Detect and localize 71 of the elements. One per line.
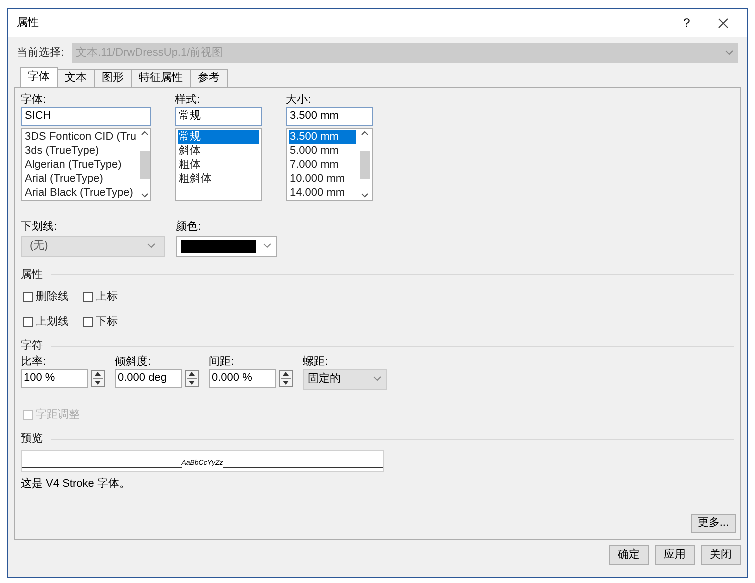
list-box[interactable]: 3.500 mm 5.000 mm 7.000 mm 10.000 mm 14.000 mm xyxy=(286,128,373,201)
triangle-up-icon xyxy=(95,372,101,376)
number-field[interactable]: 0.000 % xyxy=(209,368,276,388)
checkbox[interactable]: 上划线 xyxy=(23,314,83,330)
triangle-down-icon xyxy=(283,380,289,384)
spinner-button[interactable] xyxy=(279,370,293,386)
list-item[interactable]: 3.500 mm xyxy=(289,130,356,144)
field-label: 下划线: xyxy=(21,220,58,235)
text-field[interactable]: 常规 xyxy=(175,107,262,126)
dialog-button[interactable]: 关闭 xyxy=(701,545,741,565)
current-selection-label: 当前选择: xyxy=(17,46,64,61)
field-label: 颜色: xyxy=(176,220,202,235)
chevron-down-icon xyxy=(263,243,272,249)
number-field[interactable]: 100 % xyxy=(21,368,88,388)
window-title: 属性 xyxy=(17,16,40,31)
checkbox[interactable]: 上标 xyxy=(83,289,143,306)
tab[interactable]: 字体 xyxy=(20,67,58,87)
chevron-down-icon xyxy=(725,50,734,56)
font-description: 这是 V4 Stroke 字体。 xyxy=(21,476,132,492)
checkbox[interactable]: 下标 xyxy=(83,314,143,330)
list-item[interactable]: 7.000 mm xyxy=(289,158,356,172)
spinner-button[interactable] xyxy=(91,370,105,386)
field-label: 比率: xyxy=(21,356,48,368)
list-box[interactable]: 常规 斜体 粗体 粗斜体 xyxy=(175,128,262,201)
checkbox[interactable]: 删除线 xyxy=(23,289,83,306)
list-item[interactable]: 5.000 mm xyxy=(289,144,356,158)
chevron-down-icon xyxy=(373,376,382,382)
section-title: 属性 xyxy=(21,268,43,282)
list-item[interactable]: 斜体 xyxy=(178,144,259,158)
number-field[interactable]: 0.000 deg xyxy=(115,368,182,388)
list-item[interactable]: 常规 xyxy=(178,130,259,144)
dialog-button[interactable]: 确定 xyxy=(609,545,649,565)
field-label: 间距: xyxy=(209,356,236,368)
text-field[interactable]: SICH xyxy=(21,107,151,126)
list-item[interactable]: 14.000 mm xyxy=(289,186,356,200)
triangle-up-icon xyxy=(189,372,195,376)
chevron-down-icon xyxy=(147,243,156,249)
triangle-up-icon xyxy=(283,372,289,376)
spinner-button[interactable] xyxy=(185,370,199,386)
chevron-up-icon[interactable] xyxy=(361,131,369,136)
close-icon xyxy=(718,18,728,28)
list-item[interactable]: 粗体 xyxy=(178,158,259,172)
list-item[interactable]: 粗斜体 xyxy=(178,172,259,186)
scrollbar[interactable] xyxy=(139,129,150,200)
more-button[interactable]: 更多... xyxy=(690,514,736,533)
triangle-down-icon xyxy=(189,380,195,384)
section-title: 字符 xyxy=(21,338,43,354)
triangle-down-icon xyxy=(95,380,101,384)
help-button[interactable]: ? xyxy=(672,14,702,32)
list-item[interactable]: Arial Black (TrueType) xyxy=(24,186,138,200)
list-item[interactable]: 3DS Fonticon CID (Tru xyxy=(24,130,138,144)
field-label: 样式: xyxy=(175,94,202,107)
field-label: 倾斜度: xyxy=(115,356,152,368)
list-item[interactable]: 10.000 mm xyxy=(289,172,356,186)
field-label: 大小: xyxy=(286,94,312,107)
color-dropdown[interactable] xyxy=(176,236,277,256)
field-label: 字体: xyxy=(21,94,48,107)
chevron-down-icon[interactable] xyxy=(361,193,369,198)
chevron-up-icon[interactable] xyxy=(140,131,149,136)
list-item[interactable]: Algerian (TrueType) xyxy=(24,158,138,172)
list-box[interactable]: 3DS Fonticon CID (Tru 3ds (TrueType) Algerian (TrueType) Arial (TrueType) Arial Black (TrueType) xyxy=(21,128,151,201)
chevron-down-icon[interactable] xyxy=(140,193,149,198)
field-label: 螺距: xyxy=(303,356,330,368)
text-field[interactable]: 3.500 mm xyxy=(286,107,373,126)
pitch-dropdown[interactable]: 固定的 xyxy=(303,368,387,390)
section-title: 预览 xyxy=(21,432,43,447)
scrollbar[interactable] xyxy=(358,129,372,200)
tab[interactable]: 参考 xyxy=(190,69,228,87)
list-item[interactable]: Arial (TrueType) xyxy=(24,172,138,186)
dialog-button[interactable]: 应用 xyxy=(655,545,695,565)
list-item[interactable]: 3ds (TrueType) xyxy=(24,144,138,158)
